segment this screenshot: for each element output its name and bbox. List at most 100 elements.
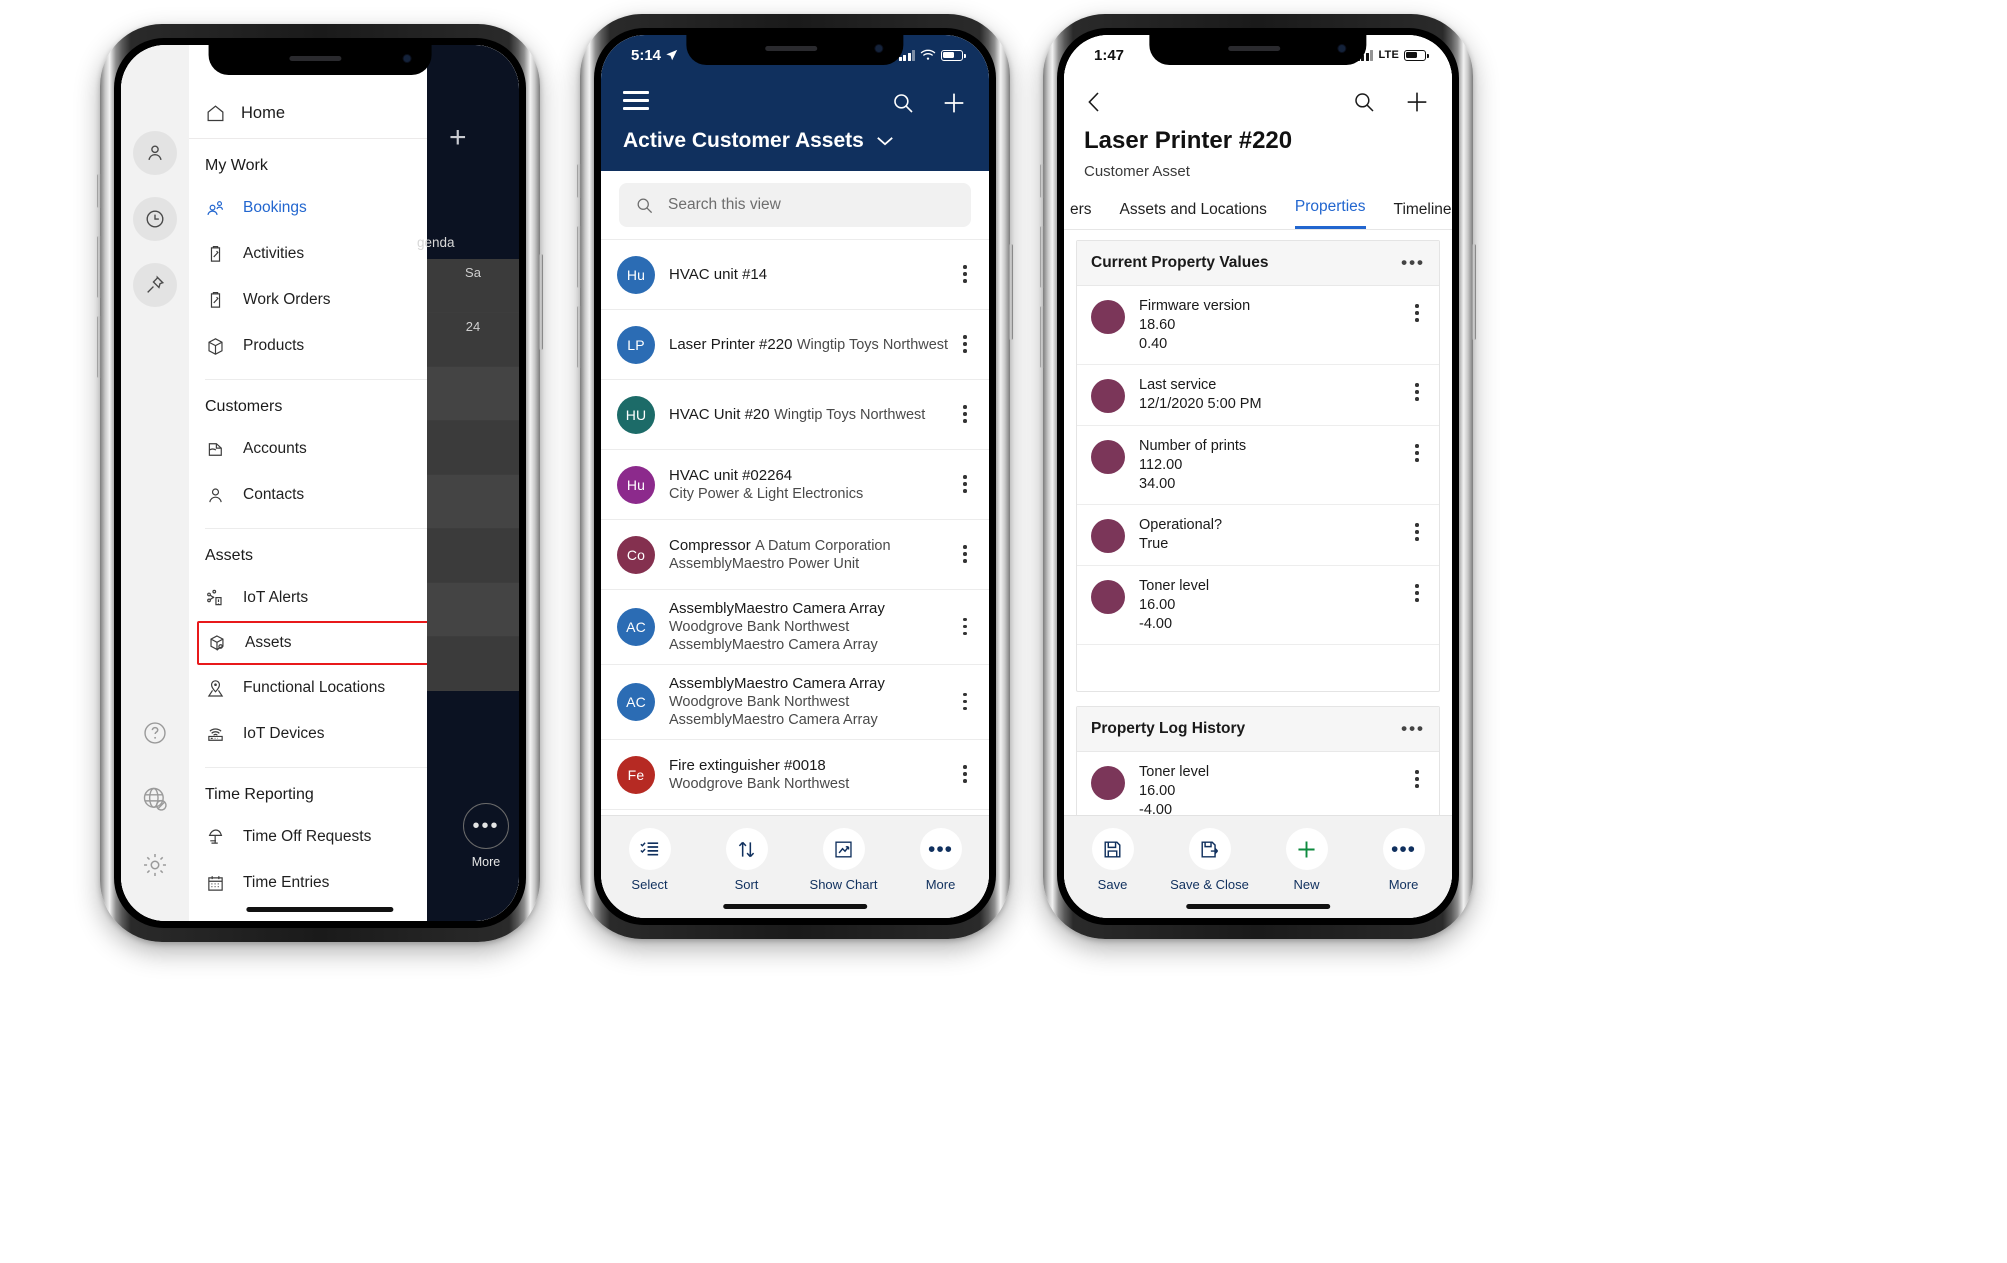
chevron-left-icon[interactable]: [1084, 90, 1106, 114]
current-property-values-card: Current Property Values ••• Firmware ver…: [1076, 240, 1440, 692]
network-label: LTE: [1378, 49, 1399, 61]
toolbar-button-label: Save & Close: [1170, 877, 1249, 892]
tab-properties[interactable]: Properties: [1294, 190, 1366, 229]
property-row-menu-icon[interactable]: [1407, 442, 1427, 465]
toolbar-button-select[interactable]: Select: [601, 828, 698, 892]
card-empty-space: [1077, 645, 1439, 691]
home-indicator: [1186, 904, 1330, 909]
property-row[interactable]: Operational? True: [1077, 505, 1439, 566]
toolbar-button-save[interactable]: Save: [1064, 828, 1161, 892]
property-row[interactable]: Toner level 16.00 -4.00: [1077, 752, 1439, 815]
property-log-rows[interactable]: Toner level 16.00 -4.00: [1077, 752, 1439, 815]
clock-icon[interactable]: [133, 197, 177, 241]
question-icon[interactable]: [133, 711, 177, 755]
bottom-command-bar[interactable]: Save Save & Close New ••• More: [1064, 815, 1452, 918]
tab-ers[interactable]: ers: [1070, 193, 1092, 229]
list-item-menu-icon[interactable]: [955, 691, 975, 714]
property-row-menu-icon[interactable]: [1407, 521, 1427, 544]
property-value-secondary: -4.00: [1139, 616, 1173, 632]
list-item[interactable]: Fe Fire extinguisher #0018 Woodgrove Ban…: [601, 740, 989, 810]
person-icon[interactable]: [133, 131, 177, 175]
sidebar-item-label: Activities: [243, 245, 305, 262]
property-row[interactable]: Number of prints 112.00 34.00: [1077, 426, 1439, 505]
tab-bar[interactable]: ers Assets and Locations Properties Timelin…: [1064, 190, 1452, 230]
toolbar-button-new[interactable]: New: [1258, 828, 1355, 892]
sidebar-item-label: Bookings: [243, 199, 307, 216]
property-value: 12/1/2020 5:00 PM: [1139, 396, 1262, 412]
list-item-menu-icon[interactable]: [955, 403, 975, 426]
property-text: Toner level 16.00 -4.00: [1139, 578, 1407, 632]
status-time: 5:14: [631, 46, 662, 64]
property-status-dot: [1091, 440, 1125, 474]
ellipsis-icon[interactable]: •••: [1401, 719, 1425, 739]
hamburger-icon[interactable]: [623, 91, 649, 115]
list-item-text: AssemblyMaestro Camera Array Woodgrove B…: [669, 675, 955, 729]
bottom-command-bar[interactable]: Select Sort Show Chart ••• More: [601, 815, 989, 918]
sidebar-item-label: IoT Alerts: [243, 589, 309, 606]
search-icon[interactable]: [891, 91, 915, 115]
list-item-menu-icon[interactable]: [955, 763, 975, 786]
property-row-menu-icon[interactable]: [1407, 768, 1427, 791]
list-item[interactable]: LP Laser Printer #220 Wingtip Toys North…: [601, 310, 989, 380]
toolbar-button-label: New: [1293, 877, 1320, 892]
beach-icon: [205, 827, 235, 848]
list-item-text: HVAC unit #14: [669, 266, 955, 284]
iot-device-icon: [205, 724, 235, 745]
tab-timeline[interactable]: Timeline: [1394, 193, 1452, 229]
plus-icon[interactable]: [941, 90, 967, 116]
property-row-menu-icon[interactable]: [1407, 582, 1427, 605]
list-item[interactable]: Hu HVAC unit #14: [601, 240, 989, 310]
battery-icon: [941, 49, 966, 61]
plus-icon[interactable]: [1404, 89, 1430, 115]
list-item-secondary: Woodgrove Bank Northwest: [669, 619, 850, 635]
clipboard-icon: [205, 290, 235, 311]
sidebar-item-assets[interactable]: Assets: [197, 621, 449, 665]
property-row-menu-icon[interactable]: [1407, 302, 1427, 325]
toolbar-button-show-chart[interactable]: Show Chart: [795, 828, 892, 892]
list-item-menu-icon[interactable]: [955, 616, 975, 639]
toolbar-button-sort[interactable]: Sort: [698, 828, 795, 892]
gear-icon[interactable]: [133, 843, 177, 887]
list-item[interactable]: Hu HVAC unit #02264 City Power & Light E…: [601, 450, 989, 520]
property-row[interactable]: Firmware version 18.60 0.40: [1077, 286, 1439, 365]
property-value: 112.00: [1139, 457, 1183, 473]
pin-icon[interactable]: [133, 263, 177, 307]
sidebar-item-label: Contacts: [243, 486, 305, 503]
list-item[interactable]: AC AssemblyMaestro Camera Array Woodgrov…: [601, 590, 989, 665]
property-value: 16.00: [1139, 783, 1176, 799]
list-item-primary: Fire extinguisher #0018: [669, 756, 826, 774]
property-value: True: [1139, 536, 1169, 552]
list-item-secondary: Woodgrove Bank Northwest: [669, 694, 850, 710]
asset-list[interactable]: Hu HVAC unit #14 LP Laser Printer #220 W…: [601, 239, 989, 815]
account-icon: [205, 439, 235, 460]
list-item-menu-icon[interactable]: [955, 263, 975, 286]
view-selector[interactable]: Active Customer Assets: [601, 123, 989, 171]
list-item-menu-icon[interactable]: [955, 333, 975, 356]
app-rail: [121, 45, 189, 921]
list-item-menu-icon[interactable]: [955, 543, 975, 566]
property-rows[interactable]: Firmware version 18.60 0.40 Last service…: [1077, 286, 1439, 645]
ellipsis-icon[interactable]: •••: [1401, 253, 1425, 273]
toolbar-button-more[interactable]: ••• More: [1355, 828, 1452, 892]
list-item[interactable]: AC AssemblyMaestro Camera Array Woodgrov…: [601, 665, 989, 740]
property-row[interactable]: Toner level 16.00 -4.00: [1077, 566, 1439, 645]
toolbar-button-more[interactable]: ••• More: [892, 828, 989, 892]
search-input[interactable]: Search this view: [619, 183, 971, 227]
location-arrow-icon: [666, 49, 678, 60]
globe-offline-icon[interactable]: [133, 777, 177, 821]
property-status-dot: [1091, 379, 1125, 413]
notch: [686, 35, 904, 65]
property-name: Operational?: [1139, 517, 1223, 533]
sidebar-item-label: Accounts: [243, 440, 307, 457]
toolbar-button-save-close[interactable]: Save & Close: [1161, 828, 1258, 892]
search-icon[interactable]: [1352, 90, 1376, 114]
property-row[interactable]: Last service 12/1/2020 5:00 PM: [1077, 365, 1439, 426]
property-row-menu-icon[interactable]: [1407, 381, 1427, 404]
list-item-menu-icon[interactable]: [955, 473, 975, 496]
list-item[interactable]: Co Compressor A Datum Corporation Assemb…: [601, 520, 989, 590]
list-item[interactable]: HU HVAC Unit #20 Wingtip Toys Northwest: [601, 380, 989, 450]
agenda-day-abbr: Sa: [427, 259, 519, 313]
status-time: 1:47: [1094, 46, 1125, 64]
tab-assets-and-locations[interactable]: Assets and Locations: [1120, 193, 1267, 229]
home-label[interactable]: Home: [241, 104, 285, 123]
